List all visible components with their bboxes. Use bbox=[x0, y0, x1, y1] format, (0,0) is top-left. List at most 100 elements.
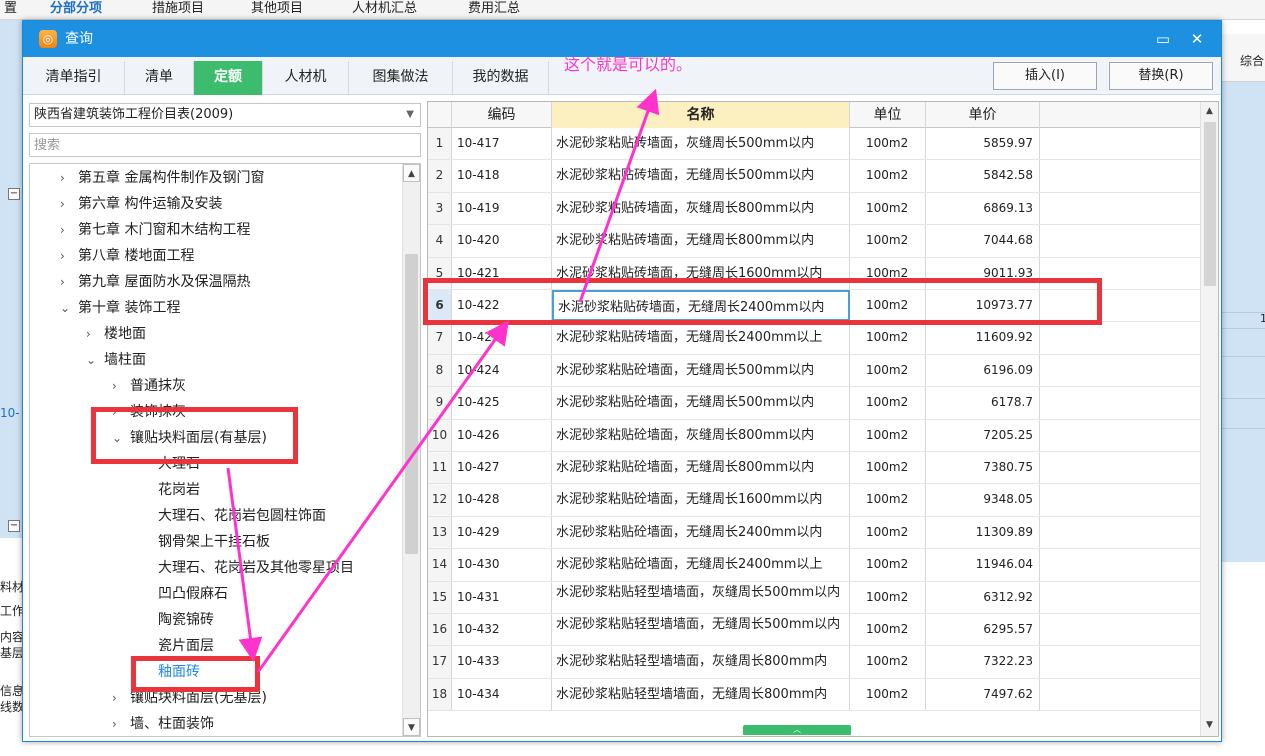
cell-code[interactable]: 10-428 bbox=[452, 484, 552, 516]
scroll-up-icon[interactable]: ▲ bbox=[403, 164, 420, 182]
table-row[interactable]: 1 10-417 水泥砂浆粘贴砖墙面，灰缝周长500mm以内 100m2 5859.97 bbox=[428, 128, 1202, 161]
cell-price[interactable]: 7497.62 bbox=[926, 678, 1040, 711]
cell-unit[interactable]: 100m2 bbox=[850, 549, 926, 581]
cell-unit[interactable]: 100m2 bbox=[850, 614, 926, 646]
tree-item[interactable]: › 普通抹灰 bbox=[112, 374, 186, 398]
scroll-down-icon[interactable]: ▼ bbox=[403, 718, 420, 736]
tree-item[interactable]: › 第八章 楼地面工程 bbox=[60, 244, 194, 268]
tree-item[interactable]: 瓷片面层 bbox=[158, 634, 214, 658]
tree-item[interactable]: ⌄ 第十章 装饰工程 bbox=[60, 296, 180, 320]
cell-price[interactable]: 6869.13 bbox=[926, 192, 1040, 225]
cell-price[interactable]: 7380.75 bbox=[926, 452, 1040, 484]
bg-tab-0[interactable]: 置 bbox=[4, 0, 17, 20]
bg-tab-qita[interactable]: 其他项目 bbox=[251, 0, 303, 20]
cell-unit[interactable]: 100m2 bbox=[850, 354, 926, 387]
cell-price[interactable]: 11309.89 bbox=[926, 516, 1040, 549]
cell-code[interactable]: 10-423 bbox=[452, 322, 552, 354]
replace-button[interactable]: 替换(R) bbox=[1109, 62, 1213, 90]
tree-item[interactable]: › 第九章 屋面防水及保温隔热 bbox=[60, 270, 250, 294]
scroll-thumb[interactable] bbox=[405, 254, 418, 554]
cell-price[interactable]: 5842.58 bbox=[926, 160, 1040, 192]
tab-qingdan-zhiyin[interactable]: 清单指引 bbox=[23, 61, 125, 95]
header-name[interactable]: 名称 bbox=[552, 102, 850, 128]
cell-price[interactable]: 7044.68 bbox=[926, 225, 1040, 257]
tree-item[interactable]: 大理石、花岗岩包圆柱饰面 bbox=[158, 504, 326, 528]
table-row[interactable]: 13 10-429 水泥砂浆粘贴砼墙面，无缝周长2400mm以内 100m2 11309… bbox=[428, 516, 1202, 550]
tree-item[interactable]: 凹凸假麻石 bbox=[158, 582, 228, 606]
tree-scrollbar[interactable]: ▲ ▼ bbox=[402, 164, 420, 736]
library-select[interactable]: 陕西省建筑装饰工程价目表(2009) ▼ bbox=[29, 103, 421, 127]
table-row[interactable]: 16 10-432 水泥砂浆粘贴轻型墙墙面，无缝周长500mm以内 100m2 6295… bbox=[428, 614, 1202, 647]
cell-unit[interactable]: 100m2 bbox=[850, 484, 926, 516]
search-input[interactable] bbox=[29, 133, 421, 157]
cell-name[interactable]: 水泥砂浆粘贴砼墙面，无缝周长500mm以内 bbox=[552, 387, 850, 419]
cell-name[interactable]: 水泥砂浆粘贴砼墙面，无缝周长2400mm以内 bbox=[552, 516, 850, 549]
scroll-thumb[interactable] bbox=[1204, 122, 1216, 286]
cell-unit[interactable]: 100m2 bbox=[850, 452, 926, 484]
table-row[interactable]: 18 10-434 水泥砂浆粘贴轻型墙墙面，无缝周长800mm内 100m2 7497.… bbox=[428, 678, 1202, 712]
cell-name[interactable]: 水泥砂浆粘贴砼墙面，无缝周长2400mm以上 bbox=[552, 549, 850, 581]
tab-rencaiji[interactable]: 人材机 bbox=[263, 61, 349, 95]
table-row[interactable]: 14 10-430 水泥砂浆粘贴砼墙面，无缝周长2400mm以上 100m2 11946… bbox=[428, 549, 1202, 582]
cell-name[interactable]: 水泥砂浆粘贴砖墙面，无缝周长2400mm以上 bbox=[552, 322, 850, 354]
header-unit[interactable]: 单位 bbox=[850, 102, 926, 128]
cell-name[interactable]: 水泥砂浆粘贴砼墙面，无缝周长500mm以内 bbox=[552, 354, 850, 387]
table-row[interactable]: 17 10-433 水泥砂浆粘贴轻型墙墙面，灰缝周长800mm内 100m2 7322.… bbox=[428, 646, 1202, 679]
cell-code[interactable]: 10-432 bbox=[452, 614, 552, 646]
bg-tab-cuoshi[interactable]: 措施项目 bbox=[152, 0, 204, 20]
cell-unit[interactable]: 100m2 bbox=[850, 646, 926, 678]
table-row[interactable]: 12 10-428 水泥砂浆粘贴砼墙面，无缝周长1600mm以内 100m2 9348.… bbox=[428, 484, 1202, 517]
cell-name[interactable]: 水泥砂浆粘贴轻型墙墙面，无缝周长500mm以内 bbox=[552, 614, 850, 646]
tab-tuji-zuofa[interactable]: 图集做法 bbox=[349, 61, 453, 95]
cell-code[interactable]: 10-419 bbox=[452, 192, 552, 225]
tree-item[interactable]: 陶瓷锦砖 bbox=[158, 608, 214, 632]
cell-code[interactable]: 10-420 bbox=[452, 225, 552, 257]
tree-item[interactable]: › 楼地面 bbox=[86, 322, 146, 346]
table-row[interactable]: 2 10-418 水泥砂浆粘贴砖墙面，无缝周长500mm以内 100m2 5842.58 bbox=[428, 160, 1202, 193]
cell-name[interactable]: 水泥砂浆粘贴砖墙面，灰缝周长800mm以内 bbox=[552, 192, 850, 225]
tree-item[interactable]: 花岗岩 bbox=[158, 478, 200, 502]
table-row[interactable]: 11 10-427 水泥砂浆粘贴砼墙面，无缝周长800mm以内 100m2 7380.7… bbox=[428, 452, 1202, 485]
cell-code[interactable]: 10-431 bbox=[452, 581, 552, 613]
table-scrollbar[interactable]: ▲ ▼ bbox=[1200, 102, 1218, 736]
tree-item[interactable]: 钢骨架上干挂石板 bbox=[158, 530, 270, 554]
scroll-down-icon[interactable]: ▼ bbox=[1201, 716, 1218, 734]
cell-unit[interactable]: 100m2 bbox=[850, 128, 926, 160]
cell-price[interactable]: 6196.09 bbox=[926, 354, 1040, 387]
cell-code[interactable]: 10-417 bbox=[452, 128, 552, 160]
tab-qingdan[interactable]: 清单 bbox=[125, 61, 194, 95]
table-row[interactable]: 15 10-431 水泥砂浆粘贴轻型墙墙面，灰缝周长500mm以内 100m2 6312… bbox=[428, 581, 1202, 614]
cell-unit[interactable]: 100m2 bbox=[850, 160, 926, 192]
tree-item[interactable]: ⌄ 墙柱面 bbox=[86, 348, 146, 372]
cell-name[interactable]: 水泥砂浆粘贴砼墙面，灰缝周长800mm以内 bbox=[552, 419, 850, 451]
table-row[interactable]: 10 10-426 水泥砂浆粘贴砼墙面，灰缝周长800mm以内 100m2 7205.2… bbox=[428, 419, 1202, 452]
table-row[interactable]: 9 10-425 水泥砂浆粘贴砼墙面，无缝周长500mm以内 100m2 6178.7 bbox=[428, 387, 1202, 420]
cell-unit[interactable]: 100m2 bbox=[850, 192, 926, 225]
close-icon[interactable]: ✕ bbox=[1185, 27, 1209, 51]
tab-ding-e[interactable]: 定额 bbox=[194, 61, 263, 95]
cell-code[interactable]: 10-418 bbox=[452, 160, 552, 192]
cell-price[interactable]: 6295.57 bbox=[926, 614, 1040, 646]
cell-name[interactable]: 水泥砂浆粘贴砖墙面，无缝周长800mm以内 bbox=[552, 225, 850, 257]
cell-code[interactable]: 10-425 bbox=[452, 387, 552, 419]
tree-item[interactable]: › 第七章 木门窗和木结构工程 bbox=[60, 218, 250, 242]
table-row[interactable]: 8 10-424 水泥砂浆粘贴砼墙面，无缝周长500mm以内 100m2 6196.09 bbox=[428, 354, 1202, 388]
collapse-icon[interactable]: − bbox=[8, 188, 20, 200]
cell-price[interactable]: 6178.7 bbox=[926, 387, 1040, 419]
cell-code[interactable]: 10-433 bbox=[452, 646, 552, 678]
table-row[interactable]: 7 10-423 水泥砂浆粘贴砖墙面，无缝周长2400mm以上 100m2 11609.… bbox=[428, 322, 1202, 355]
cell-name[interactable]: 水泥砂浆粘贴轻型墙墙面，灰缝周长800mm内 bbox=[552, 646, 850, 678]
cell-price[interactable]: 6312.92 bbox=[926, 581, 1040, 613]
cell-price[interactable]: 7322.23 bbox=[926, 646, 1040, 678]
collapse-icon[interactable]: − bbox=[8, 520, 20, 532]
cell-price[interactable]: 9348.05 bbox=[926, 484, 1040, 516]
cell-name[interactable]: 水泥砂浆粘贴砖墙面，无缝周长500mm以内 bbox=[552, 160, 850, 192]
tab-wode-shuju[interactable]: 我的数据 bbox=[453, 61, 549, 95]
cell-code[interactable]: 10-427 bbox=[452, 452, 552, 484]
tree-item[interactable]: › 墙、柱面装饰 bbox=[112, 712, 214, 736]
cell-price[interactable]: 11946.04 bbox=[926, 549, 1040, 581]
tree-item[interactable]: › 第五章 金属构件制作及钢门窗 bbox=[60, 166, 264, 190]
cell-unit[interactable]: 100m2 bbox=[850, 225, 926, 257]
cell-price[interactable]: 5859.97 bbox=[926, 128, 1040, 160]
header-code[interactable]: 编码 bbox=[452, 102, 552, 128]
